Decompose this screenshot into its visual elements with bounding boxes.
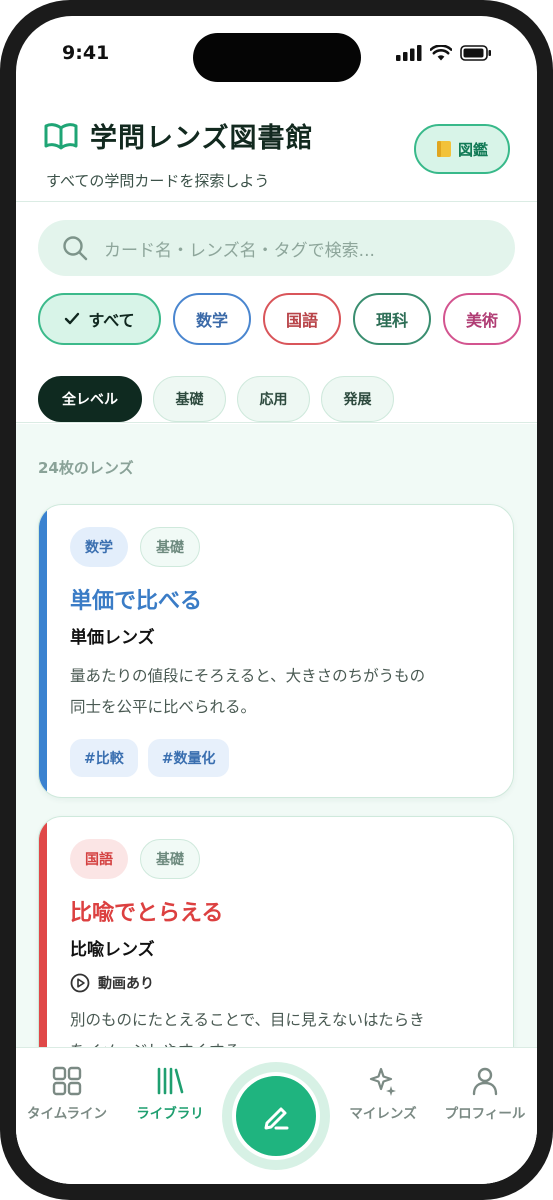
battery-icon (460, 45, 491, 61)
user-icon (472, 1067, 498, 1096)
grid-icon (52, 1066, 82, 1096)
subject-chip-all[interactable]: すべて (38, 293, 161, 345)
card-badges: 数学 基礎 (70, 527, 200, 567)
tag-chip[interactable]: #数量化 (147, 739, 230, 777)
subject-filter: すべて 数学 国語 理科 美術 (38, 293, 521, 345)
tab-profile[interactable]: プロフィール (430, 1066, 537, 1122)
level-chip-basic[interactable]: 基礎 (153, 376, 226, 422)
screen: 9:41 学問レンズ図書館 すべての学問カードを探索しよう 図鑑 カード名・レン… (16, 16, 537, 1184)
level-chip-applied[interactable]: 応用 (237, 376, 310, 422)
check-icon (65, 312, 80, 325)
tab-label: タイムライン (26, 1106, 108, 1122)
status-time: 9:41 (62, 42, 110, 64)
video-label: 動画あり (98, 976, 154, 992)
zukan-button[interactable]: 図鑑 (414, 124, 510, 174)
sparkle-icon (369, 1067, 396, 1096)
search-bar[interactable]: カード名・レンズ名・タグで検索... (38, 220, 515, 276)
card-tags: #比較 #数量化 (70, 739, 230, 777)
title-row: 学問レンズ図書館 (44, 116, 313, 155)
fab-halo (222, 1062, 330, 1170)
level-filter: 全レベル 基礎 応用 発展 (38, 376, 394, 422)
description-line: 別のものにたとえることで、目に見えないはたらき (70, 1011, 425, 1029)
lens-name: 単価レンズ (70, 628, 155, 648)
subject-chip-math[interactable]: 数学 (173, 293, 251, 345)
tab-timeline[interactable]: タイムライン (16, 1066, 122, 1122)
level-chip-all[interactable]: 全レベル (38, 376, 142, 422)
tab-library[interactable]: ライブラリ (115, 1066, 225, 1122)
phone-frame: 9:41 学問レンズ図書館 すべての学問カードを探索しよう 図鑑 カード名・レン… (0, 0, 553, 1200)
card-badges: 国語 基礎 (70, 839, 200, 879)
card-accent-bar (39, 505, 47, 797)
bottom-tab-bar: タイムライン ライブラリ マイレンズ プロフィール (16, 1047, 537, 1184)
notebook-icon (436, 141, 451, 157)
result-count: 24枚のレンズ (38, 459, 134, 477)
subject-chip-science[interactable]: 理科 (353, 293, 431, 345)
lens-name: 比喩レンズ (70, 940, 155, 960)
cellular-signal-icon (396, 45, 422, 61)
tab-label: マイレンズ (349, 1106, 417, 1122)
open-book-icon (44, 122, 78, 149)
status-bar: 9:41 (16, 16, 537, 92)
video-indicator: 動画あり (70, 973, 154, 993)
status-icons (396, 45, 492, 61)
library-icon (157, 1067, 184, 1095)
subject-badge: 数学 (70, 527, 128, 567)
level-badge: 基礎 (140, 839, 200, 879)
page-subtitle: すべての学問カードを探索しよう (46, 172, 270, 190)
filter-panel: カード名・レンズ名・タグで検索... すべて 数学 国語 理科 美術 全レベル … (16, 203, 537, 423)
subject-chip-art[interactable]: 美術 (443, 293, 521, 345)
search-icon (63, 236, 88, 261)
card-title: 比喩でとらえる (70, 901, 224, 926)
dynamic-island (193, 33, 361, 82)
lens-card[interactable]: 数学 基礎 単価で比べる 単価レンズ 量あたりの値段にそろえると、大きさのちがう… (38, 504, 514, 798)
level-chip-advanced[interactable]: 発展 (321, 376, 394, 422)
tag-chip[interactable]: #比較 (70, 739, 138, 777)
tab-label: プロフィール (444, 1106, 526, 1122)
level-badge: 基礎 (140, 527, 200, 567)
description-line: 量あたりの値段にそろえると、大きさのちがうもの (70, 667, 426, 685)
search-input[interactable]: カード名・レンズ名・タグで検索... (104, 236, 375, 261)
card-description: 量あたりの値段にそろえると、大きさのちがうもの 同士を公平に比べられる。 (70, 661, 510, 723)
subject-badge: 国語 (70, 839, 128, 879)
subject-chip-label: すべて (88, 311, 135, 330)
card-title: 単価で比べる (70, 589, 203, 614)
page-header: 学問レンズ図書館 すべての学問カードを探索しよう 図鑑 (16, 92, 537, 202)
subject-chip-japanese[interactable]: 国語 (263, 293, 341, 345)
tab-mylens[interactable]: マイレンズ (328, 1066, 438, 1122)
pen-icon (264, 1107, 289, 1130)
page-title: 学問レンズ図書館 (90, 123, 314, 154)
tab-label: ライブラリ (136, 1106, 204, 1122)
compose-button[interactable] (232, 1072, 320, 1160)
description-line: 同士を公平に比べられる。 (70, 698, 257, 716)
zukan-label: 図鑑 (457, 140, 488, 159)
play-circle-icon (70, 973, 90, 993)
wifi-icon (430, 45, 452, 61)
